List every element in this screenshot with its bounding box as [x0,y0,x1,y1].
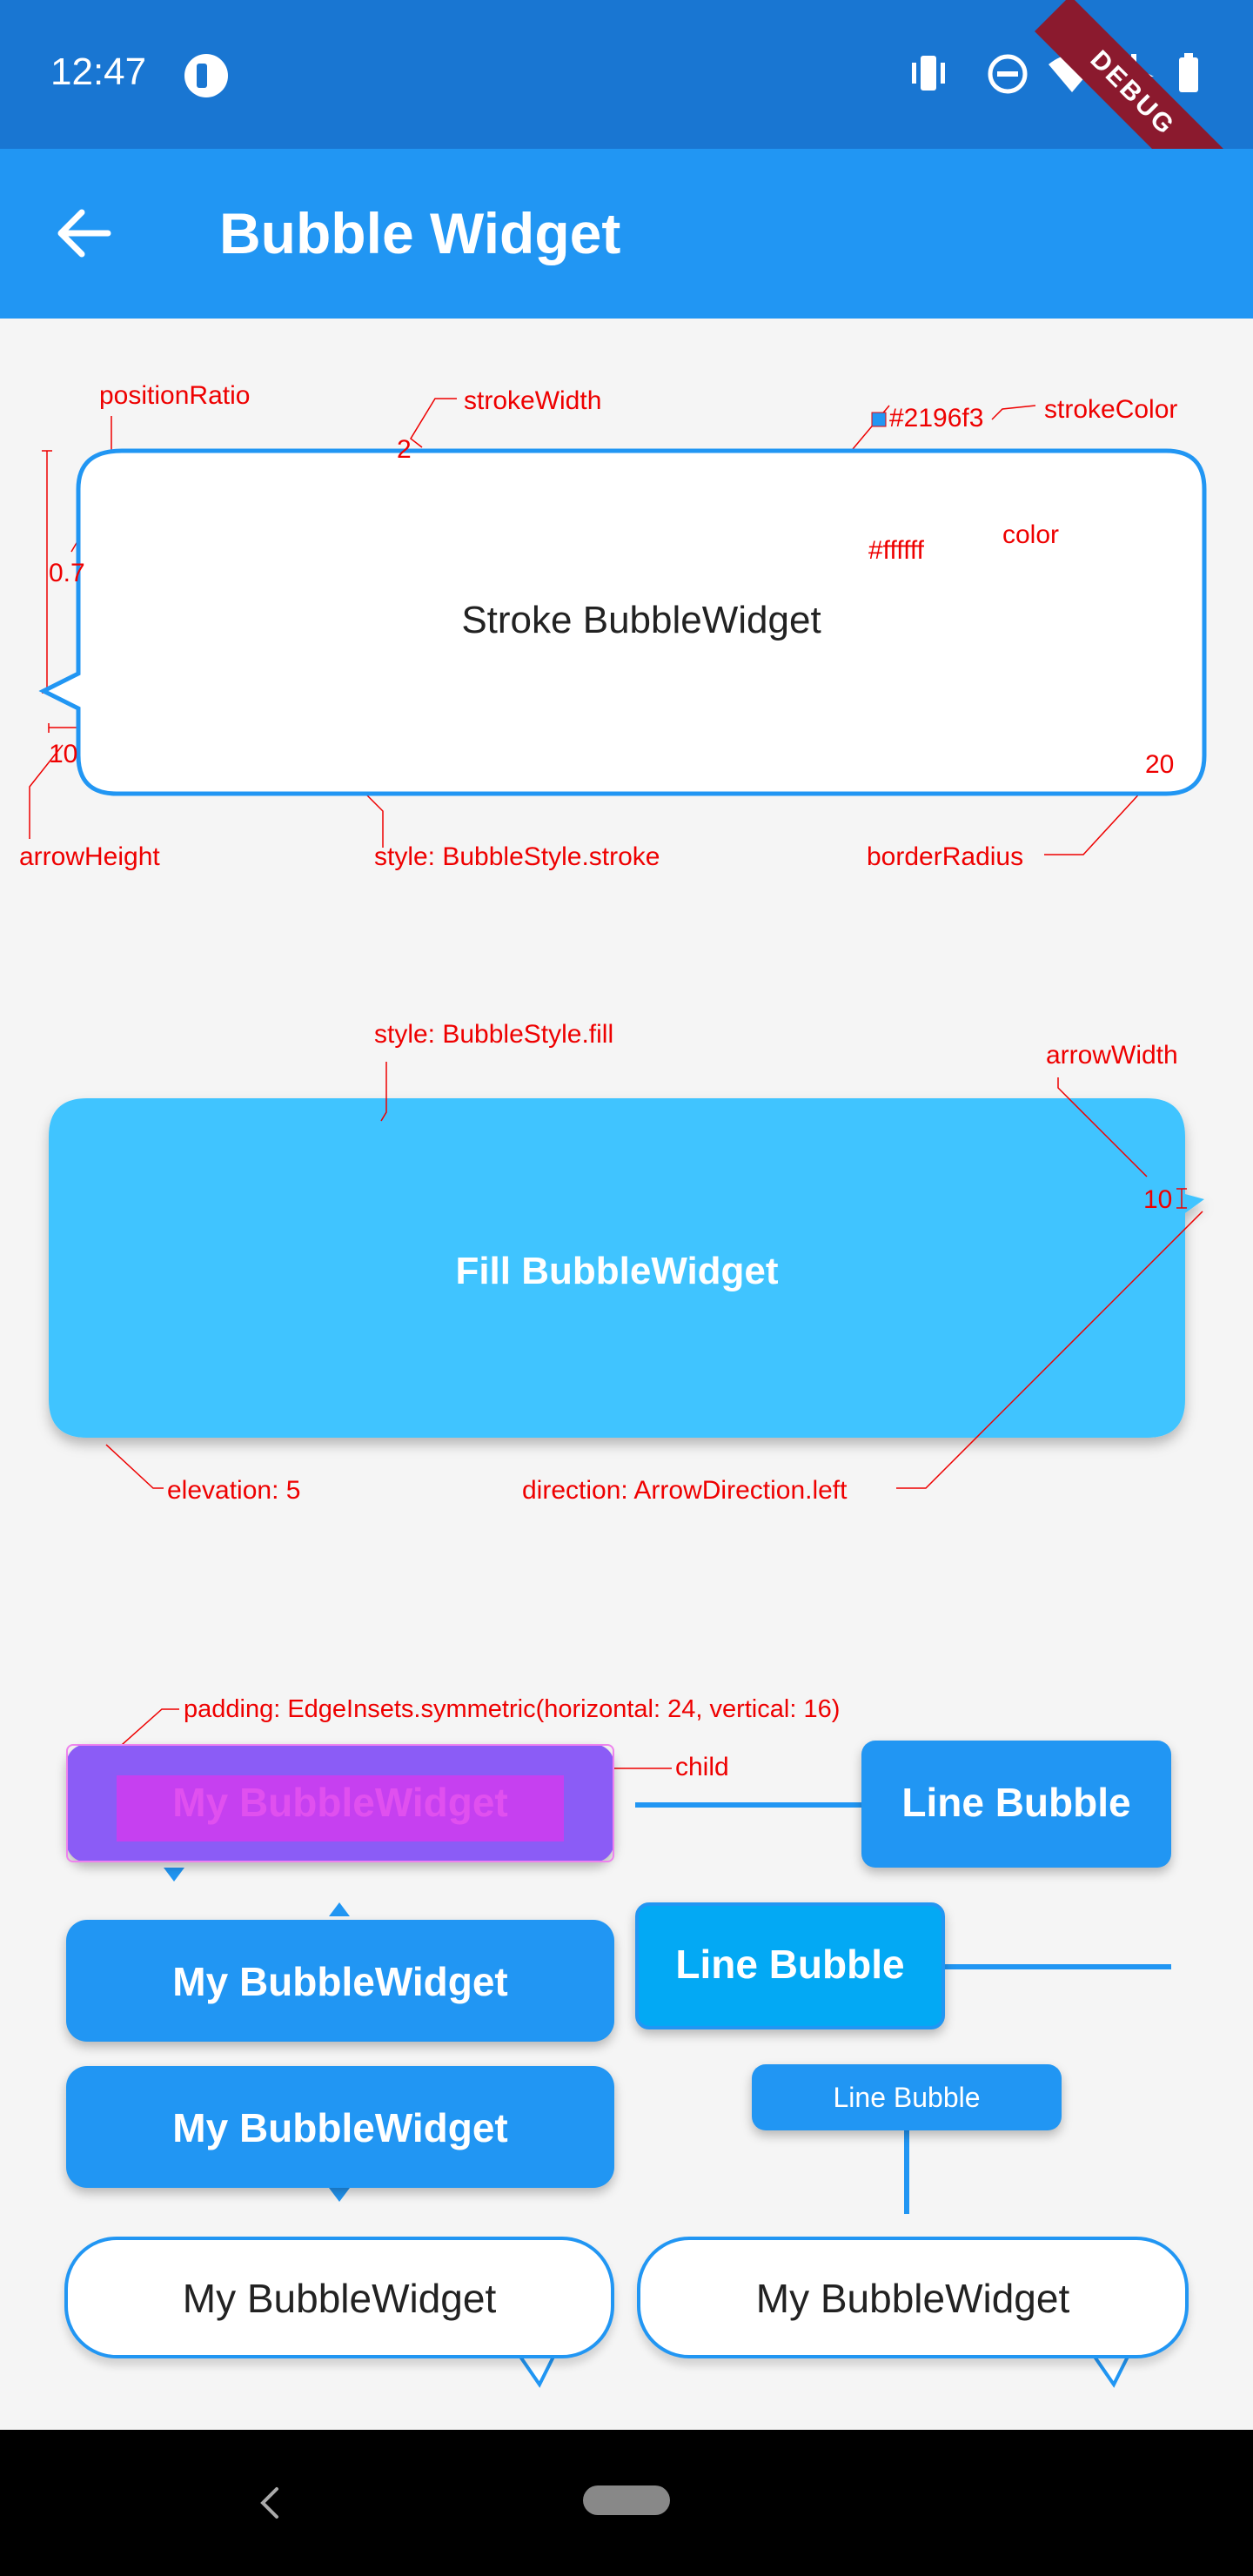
my-bubble-widget-3[interactable]: My BubbleWidget [66,2066,614,2188]
stroke-width-value: 2 [397,435,412,464]
arrow-width-value: 10 [1143,1185,1173,1214]
do-not-disturb-icon [988,54,1028,94]
outline-bubble-arrow [1091,2355,1131,2388]
stroke-width-annotation: strokeWidth [464,386,602,415]
app-notification-icon [184,54,228,97]
my-bubble-label: My BubbleWidget [172,2105,508,2150]
padding-debug-outline [66,1744,614,1862]
stroke-bubble-label: Stroke BubbleWidget [461,599,821,641]
line-bubble-3[interactable]: Line Bubble [752,2064,1062,2130]
line-bubble-1[interactable]: Line Bubble [861,1741,1171,1868]
stroke-color-annotation: strokeColor [1044,395,1178,424]
border-radius-annotation: borderRadius [867,842,1024,871]
nav-home-pill[interactable] [583,2485,670,2515]
my-bubble-widget-outline-1[interactable]: My BubbleWidget [64,2237,614,2358]
fill-bubble-label: Fill BubbleWidget [455,1250,779,1292]
bubble-arrow-up [329,1902,350,1916]
status-icons [912,53,1198,94]
line-bubble-label: Line Bubble [901,1780,1131,1825]
my-bubble-label: My BubbleWidget [172,1959,508,2004]
border-radius-value: 20 [1145,750,1175,779]
padding-annotation: padding: EdgeInsets.symmetric(horizontal… [184,1695,841,1723]
arrow-height-annotation: arrowHeight [19,842,160,871]
direction-annotation: direction: ArrowDirection.left [522,1476,848,1505]
my-bubble-label: My BubbleWidget [755,2276,1070,2321]
my-bubble-label: My BubbleWidget [182,2276,497,2321]
my-bubble-widget-outline-2[interactable]: My BubbleWidget [637,2237,1189,2358]
child-annotation: child [675,1753,729,1781]
line-bubble-label: Line Bubble [833,2082,981,2113]
position-ratio-annotation: positionRatio [99,381,251,410]
bubble-arrow-down [329,2188,350,2202]
style-stroke-annotation: style: BubbleStyle.stroke [374,842,660,871]
battery-icon [1179,53,1198,92]
status-time: 12:47 [50,50,147,93]
color-annotation: color [1002,520,1060,549]
position-ratio-value: 0.7 [49,559,85,587]
app-bar [0,149,1253,319]
line-bubble-label: Line Bubble [675,1942,905,1987]
stroke-color-value: #2196f3 [889,404,984,433]
elevation-annotation: elevation: 5 [167,1476,301,1505]
color-value: #ffffff [868,536,924,565]
arrow-width-annotation: arrowWidth [1046,1041,1178,1070]
page-title: Bubble Widget [219,201,621,265]
outline-bubble-arrow [517,2355,557,2388]
style-fill-annotation: style: BubbleStyle.fill [374,1020,614,1049]
bubble-arrow-down [164,1868,184,1882]
vibrate-icon [912,56,945,91]
nav-back-icon[interactable] [258,2485,282,2520]
back-arrow-icon[interactable] [57,209,111,258]
line-bubble-2[interactable]: Line Bubble [635,1902,945,2029]
arrow-height-value: 10 [49,740,78,768]
my-bubble-widget-2[interactable]: My BubbleWidget [66,1920,614,2042]
